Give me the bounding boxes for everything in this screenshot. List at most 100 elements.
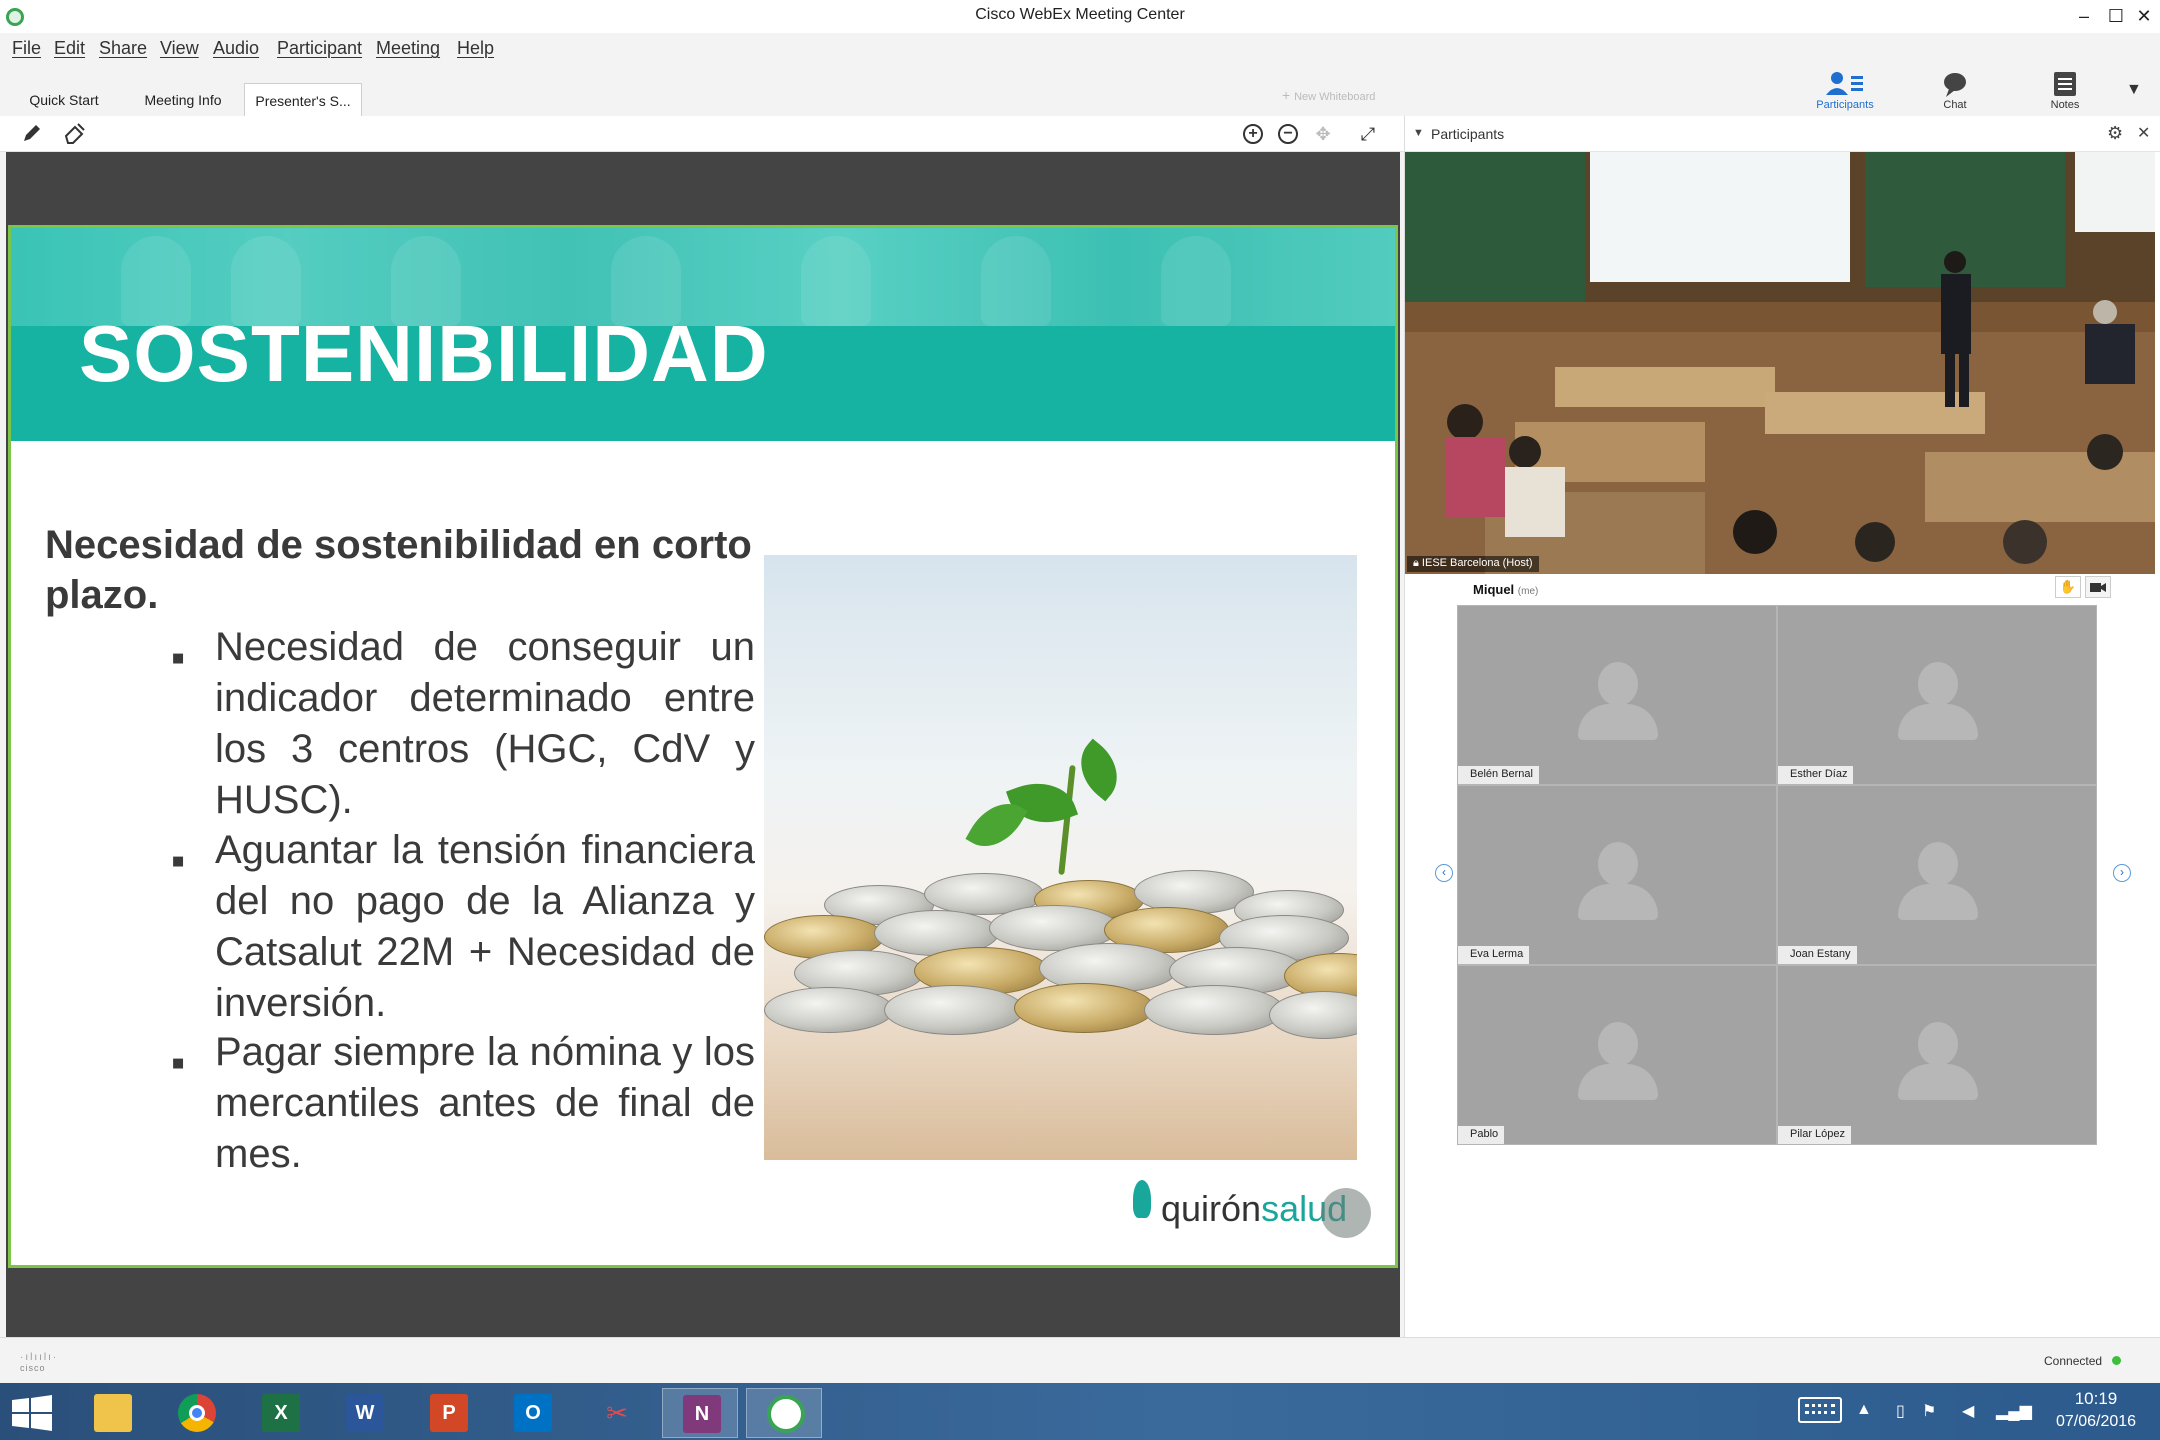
annotation-toolbar: + − ✥ ⤢	[0, 116, 1404, 152]
collapse-triangle-icon[interactable]: ▼	[1413, 127, 1424, 139]
me-name-text: Miquel	[1473, 582, 1515, 597]
menu-help[interactable]: Help	[457, 38, 494, 59]
taskbar-excel[interactable]: X	[242, 1388, 318, 1438]
close-button[interactable]: ✕	[2124, 2, 2160, 30]
lecture-hall-scene	[1405, 152, 2155, 574]
avatar-placeholder-icon	[1598, 662, 1638, 706]
title-bar: Cisco WebEx Meeting Center – ☐ ✕	[0, 0, 2160, 33]
coin	[1269, 991, 1357, 1039]
panel-options-chevron-icon[interactable]: ▼	[2126, 81, 2142, 99]
coins-sprout-photo	[764, 555, 1357, 1160]
logo-text-part1: quirón	[1161, 1188, 1262, 1229]
menu-audio[interactable]: Audio	[213, 38, 259, 59]
cisco-wordmark: cisco	[20, 1363, 46, 1373]
menu-participant[interactable]: Participant	[277, 38, 362, 59]
taskbar-file-explorer[interactable]	[74, 1388, 150, 1438]
participant-tile[interactable]: Belén Bernal	[1457, 605, 1777, 785]
eraser-icon[interactable]	[62, 122, 86, 146]
quironsalud-logo-mark-icon	[1133, 1180, 1151, 1218]
taskbar-word[interactable]: W	[326, 1388, 402, 1438]
fullscreen-icon[interactable]: ⤢	[1356, 122, 1380, 146]
participant-tile[interactable]: Pablo	[1457, 965, 1777, 1145]
chat-panel-button[interactable]: Chat	[1910, 69, 2000, 116]
menu-edit[interactable]: Edit	[54, 38, 85, 59]
menu-file[interactable]: File	[12, 38, 41, 59]
menu-view[interactable]: View	[160, 38, 199, 59]
me-tag: (me)	[1517, 586, 1539, 597]
taskbar-powerpoint[interactable]: P	[410, 1388, 486, 1438]
chrome-icon	[178, 1394, 216, 1432]
avatar-placeholder-icon	[1918, 842, 1958, 886]
raise-hand-icon[interactable]: ✋	[2055, 576, 2081, 598]
avatar-placeholder-icon	[1598, 1022, 1638, 1066]
participant-tile[interactable]: Eva Lerma	[1457, 785, 1777, 965]
host-name: IESE Barcelona (Host)	[1421, 557, 1533, 569]
participant-tile[interactable]: Joan Estany	[1777, 785, 2097, 965]
previous-page-icon[interactable]: ‹	[1435, 864, 1453, 882]
next-page-icon[interactable]: ›	[2113, 864, 2131, 882]
slide-heading: Necesidad de sostenibilidad en corto pla…	[45, 523, 752, 617]
participants-panel-button[interactable]: Participants	[1800, 69, 1890, 116]
host-video[interactable]	[1405, 152, 2155, 574]
slide-banner: SOSTENIBILIDAD	[11, 228, 1395, 441]
avatar-placeholder-icon	[1598, 842, 1638, 886]
video-camera-icon[interactable]	[2085, 576, 2111, 598]
volume-icon[interactable]: ◀	[1962, 1401, 1974, 1421]
participants-panel-header: ▼ Participants ⚙ ✕	[1405, 116, 2160, 152]
pan-icon[interactable]: ✥	[1311, 122, 1335, 146]
cisco-bars-icon: ·ılıılı·	[20, 1352, 59, 1363]
touch-keyboard-icon[interactable]	[1798, 1397, 1842, 1423]
avatar-body	[1578, 1064, 1658, 1100]
avatar-placeholder-icon	[1918, 662, 1958, 706]
sprout-leaf	[1066, 738, 1132, 802]
battery-icon[interactable]: ▯	[1896, 1401, 1905, 1421]
zoom-in-icon[interactable]: +	[1243, 124, 1263, 144]
folder-icon	[94, 1394, 132, 1432]
bullet-marker: ▪	[171, 1041, 186, 1085]
plus-icon: +	[1282, 87, 1295, 103]
notes-button-label: Notes	[2050, 99, 2080, 111]
banner-figure	[1161, 236, 1231, 326]
close-panel-icon[interactable]: ✕	[2137, 123, 2150, 143]
participant-tile[interactable]: Esther Díaz	[1777, 605, 2097, 785]
chat-icon	[1944, 73, 1966, 97]
tab-meeting-info[interactable]: Meeting Info	[132, 83, 234, 116]
taskbar-onenote[interactable]: N	[662, 1388, 738, 1438]
show-hidden-icons-icon[interactable]: ▲	[1856, 1401, 1872, 1419]
participant-tile[interactable]: Pilar López	[1777, 965, 2097, 1145]
windows-start-icon[interactable]	[10, 1395, 54, 1436]
zoom-out-icon[interactable]: −	[1278, 124, 1298, 144]
tab-quick-start[interactable]: Quick Start	[16, 83, 112, 116]
taskbar-snipping-tool[interactable]: ✂	[578, 1388, 654, 1438]
taskbar-webex[interactable]	[746, 1388, 822, 1438]
bullet-marker: ▪	[171, 636, 186, 680]
tab-presenters-screen[interactable]: Presenter's S...	[244, 83, 362, 116]
participant-name: Pablo	[1458, 1126, 1505, 1144]
coin	[1014, 983, 1154, 1033]
windows-taskbar: X W P O ✂ N ▲ ▯ ⚑ ◀ ▂▄▆ 10:19 07/06/2016	[0, 1383, 2160, 1440]
notes-panel-button[interactable]: Notes	[2020, 69, 2110, 116]
new-whiteboard-button[interactable]: + New Whiteboard	[1282, 87, 1375, 103]
clock-date[interactable]: 07/06/2016	[2036, 1413, 2156, 1431]
settings-gear-icon[interactable]: ⚙	[2107, 123, 2123, 144]
banner-figure	[981, 236, 1051, 326]
webex-icon	[767, 1395, 805, 1433]
action-center-flag-icon[interactable]: ⚑	[1922, 1401, 1936, 1421]
network-signal-icon[interactable]: ▂▄▆	[1996, 1401, 2032, 1421]
taskbar-chrome[interactable]	[158, 1388, 234, 1438]
menu-meeting[interactable]: Meeting	[376, 38, 440, 59]
chat-button-label: Chat	[1943, 99, 1967, 111]
slide-bullet-1: Necesidad de conseguir un indicador dete…	[215, 625, 755, 822]
menu-share[interactable]: Share	[99, 38, 147, 59]
onenote-icon: N	[683, 1395, 721, 1433]
clock-time[interactable]: 10:19	[2036, 1389, 2156, 1409]
pencil-icon[interactable]	[20, 122, 44, 146]
participants-panel: ▼ Participants ⚙ ✕ 🔒︎ IESE Barcelona (Ho…	[1404, 116, 2160, 1337]
status-bar: ·ılıılı· cisco Connected	[0, 1337, 2160, 1383]
avatar-body	[1578, 704, 1658, 740]
taskbar-outlook[interactable]: O	[494, 1388, 570, 1438]
slide-bullet-2: Aguantar la tensión financiera del no pa…	[215, 828, 755, 1025]
avatar-body	[1898, 884, 1978, 920]
avatar-body	[1898, 704, 1978, 740]
participants-button-label: Participants	[1816, 99, 1874, 111]
